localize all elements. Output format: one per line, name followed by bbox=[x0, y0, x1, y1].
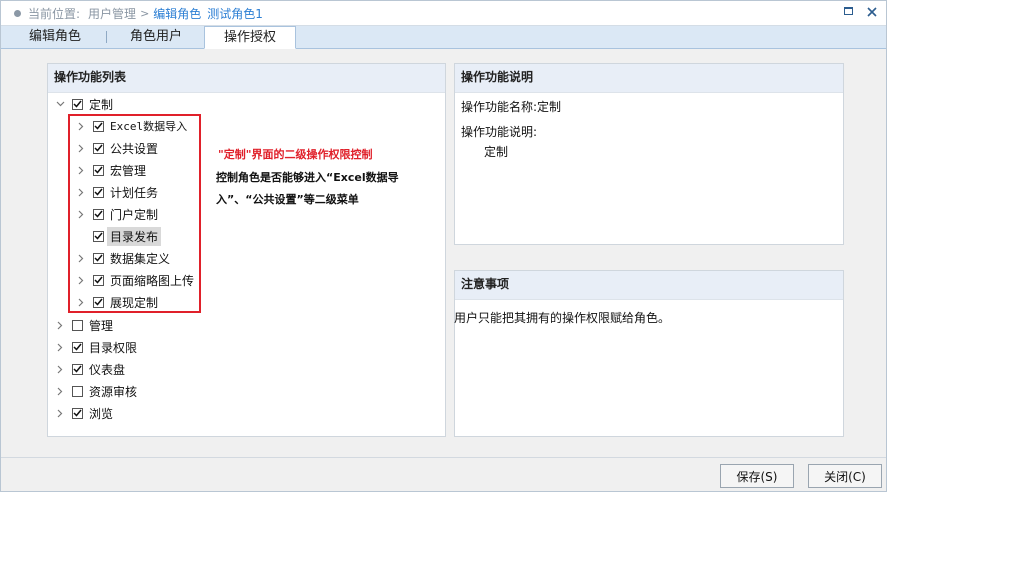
tree-node-macro-management: 宏管理 bbox=[74, 161, 146, 179]
notes-panel: 注意事项 bbox=[454, 270, 844, 437]
tree-node-thumbnail-upload: 页面缩略图上传 bbox=[74, 271, 194, 289]
tree-label-excel-import[interactable]: Excel数据导入 bbox=[110, 118, 187, 134]
chevron-right-icon[interactable] bbox=[74, 119, 88, 133]
function-list-title: 操作功能列表 bbox=[48, 64, 445, 93]
notes-text: 用户只能把其拥有的操作权限赋给角色。 bbox=[454, 311, 671, 325]
close-button[interactable]: 关闭(C) bbox=[808, 464, 882, 488]
chevron-right-icon[interactable] bbox=[74, 141, 88, 155]
tree-node-portal-custom: 门户定制 bbox=[74, 205, 158, 223]
dialog-window: 当前位置: 用户管理 > 编辑角色 测试角色1 编辑角色 角色用户 操作授权 操… bbox=[0, 0, 887, 492]
tree-label-dashboard[interactable]: 仪表盘 bbox=[89, 361, 125, 378]
tree-node-resource-review: 资源审核 bbox=[53, 382, 137, 400]
tree-node-custom: 定制 bbox=[53, 95, 113, 113]
tab-bar: 编辑角色 角色用户 操作授权 bbox=[1, 26, 886, 49]
maximize-button[interactable] bbox=[844, 5, 856, 19]
tree-label-resource-review[interactable]: 资源审核 bbox=[89, 383, 137, 400]
chevron-right-icon[interactable] bbox=[53, 362, 67, 376]
function-name-value: 定制 bbox=[537, 100, 562, 114]
checkbox-custom[interactable] bbox=[72, 98, 83, 110]
tree-node-display-custom: 展现定制 bbox=[74, 293, 158, 311]
tree-node-catalog-publish: 目录发布 bbox=[74, 226, 162, 246]
tree-label-macro-management[interactable]: 宏管理 bbox=[110, 162, 146, 179]
checkbox-catalog-publish[interactable] bbox=[93, 230, 104, 242]
chevron-right-icon[interactable] bbox=[53, 318, 67, 332]
tree-label-thumbnail-upload[interactable]: 页面缩略图上传 bbox=[110, 272, 194, 289]
checkbox-management[interactable] bbox=[72, 319, 83, 331]
tree-label-catalog-permission[interactable]: 目录权限 bbox=[89, 339, 137, 356]
checkbox-scheduled-tasks[interactable] bbox=[93, 186, 104, 198]
maximize-icon bbox=[844, 7, 853, 15]
tree-node-browse: 浏览 bbox=[53, 404, 113, 422]
breadcrumb-item-role-name[interactable]: 测试角色1 bbox=[207, 5, 263, 22]
tree-label-display-custom[interactable]: 展现定制 bbox=[110, 294, 158, 311]
tree-node-management: 管理 bbox=[53, 316, 113, 334]
tree-label-scheduled-tasks[interactable]: 计划任务 bbox=[110, 184, 158, 201]
tree-node-public-settings: 公共设置 bbox=[74, 139, 158, 157]
tree-label-portal-custom[interactable]: 门户定制 bbox=[110, 206, 158, 223]
tab-role-users[interactable]: 角色用户 bbox=[107, 26, 205, 48]
chevron-right-icon[interactable] bbox=[74, 163, 88, 177]
title-bar: 当前位置: 用户管理 > 编辑角色 测试角色1 bbox=[1, 1, 886, 26]
tree-label-browse[interactable]: 浏览 bbox=[89, 405, 113, 422]
tree-label-custom[interactable]: 定制 bbox=[89, 96, 113, 113]
checkbox-macro-management[interactable] bbox=[93, 164, 104, 176]
breadcrumb-item-user-management[interactable]: 用户管理 bbox=[88, 5, 136, 22]
breadcrumb-item-edit-role[interactable]: 编辑角色 bbox=[153, 5, 201, 22]
function-name-label: 操作功能名称: bbox=[461, 100, 538, 114]
checkbox-display-custom[interactable] bbox=[93, 296, 104, 308]
notes-title: 注意事项 bbox=[455, 271, 843, 300]
tree-node-scheduled-tasks: 计划任务 bbox=[74, 183, 158, 201]
tab-edit-role[interactable]: 编辑角色 bbox=[3, 26, 107, 48]
checkbox-portal-custom[interactable] bbox=[93, 208, 104, 220]
tree-node-dataset-definition: 数据集定义 bbox=[74, 249, 170, 267]
chevron-right-icon[interactable] bbox=[53, 406, 67, 420]
checkbox-resource-review[interactable] bbox=[72, 385, 83, 397]
checkbox-public-settings[interactable] bbox=[93, 142, 104, 154]
checkbox-excel-import[interactable] bbox=[93, 120, 104, 132]
checkbox-browse[interactable] bbox=[72, 407, 83, 419]
close-window-button[interactable] bbox=[866, 5, 878, 19]
chevron-right-icon[interactable] bbox=[74, 295, 88, 309]
chevron-right-icon[interactable] bbox=[53, 384, 67, 398]
chevron-right-icon: > bbox=[140, 6, 150, 20]
function-desc-title: 操作功能说明 bbox=[455, 64, 843, 93]
function-desc-value: 定制 bbox=[484, 145, 509, 159]
tree-node-dashboard: 仪表盘 bbox=[53, 360, 125, 378]
tree-node-excel-import: Excel数据导入 bbox=[74, 117, 187, 135]
checkbox-thumbnail-upload[interactable] bbox=[93, 274, 104, 286]
tree-label-catalog-publish[interactable]: 目录发布 bbox=[107, 226, 162, 246]
checkbox-catalog-permission[interactable] bbox=[72, 341, 83, 353]
function-desc-panel: 操作功能说明 bbox=[454, 63, 844, 245]
chevron-down-icon[interactable] bbox=[53, 97, 67, 111]
checkbox-dashboard[interactable] bbox=[72, 363, 83, 375]
window-controls bbox=[844, 5, 878, 19]
breadcrumb-label: 当前位置: bbox=[28, 6, 81, 21]
checkbox-dataset-definition[interactable] bbox=[93, 252, 104, 264]
close-icon bbox=[867, 7, 877, 17]
annotation-red-text: "定制"界面的二级操作权限控制 bbox=[218, 148, 373, 161]
tree-node-catalog-permission: 目录权限 bbox=[53, 338, 137, 356]
tree-label-public-settings[interactable]: 公共设置 bbox=[110, 140, 158, 157]
save-button[interactable]: 保存(S) bbox=[720, 464, 794, 488]
chevron-right-icon[interactable] bbox=[74, 251, 88, 265]
location-dot-icon bbox=[14, 9, 21, 17]
footer-divider bbox=[1, 457, 886, 458]
chevron-right-icon[interactable] bbox=[53, 340, 67, 354]
tab-operation-auth[interactable]: 操作授权 bbox=[204, 26, 296, 49]
tree-label-dataset-definition[interactable]: 数据集定义 bbox=[110, 250, 170, 267]
chevron-right-icon[interactable] bbox=[74, 207, 88, 221]
chevron-right-icon[interactable] bbox=[74, 273, 88, 287]
function-desc-label: 操作功能说明: bbox=[461, 125, 538, 139]
annotation-black-text: 控制角色是否能够进入“Excel数据导入”、“公共设置”等二级菜单 bbox=[216, 171, 399, 206]
chevron-right-icon[interactable] bbox=[74, 185, 88, 199]
tree-label-management[interactable]: 管理 bbox=[89, 317, 113, 334]
function-name-row: 操作功能名称:定制 bbox=[461, 98, 561, 115]
